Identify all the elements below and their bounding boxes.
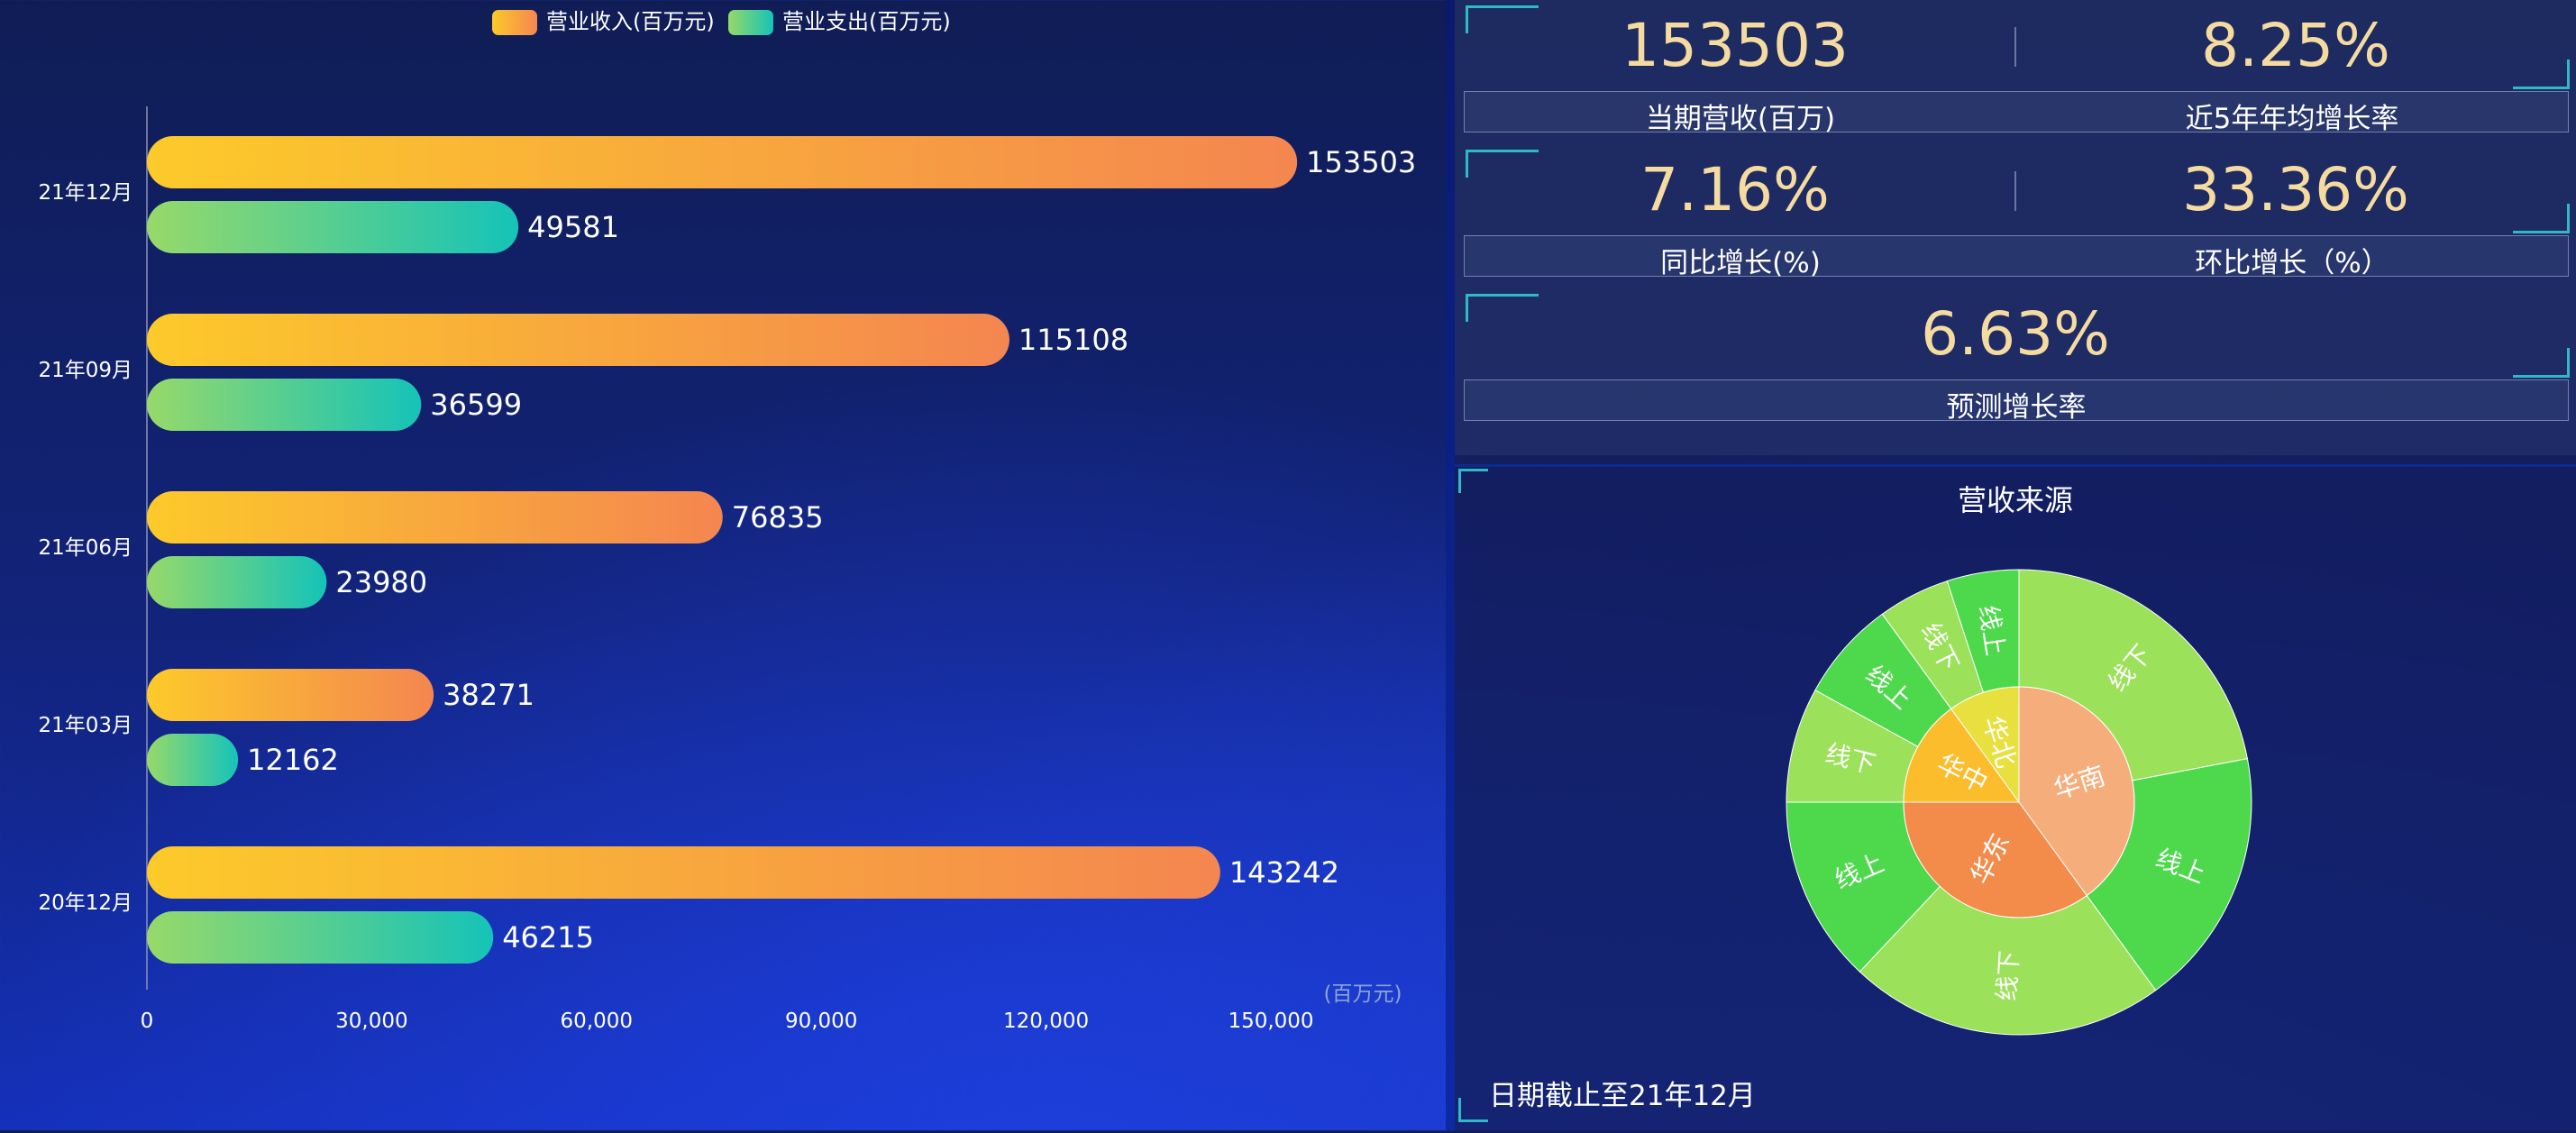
bar-value-label: 12162: [247, 743, 339, 777]
x-tick-label: 90,000: [785, 1010, 857, 1033]
yoy-growth-value: 7.16%: [1640, 155, 1830, 224]
stat-label-row-2: 同比增长(%) 环比增长（%）: [1464, 235, 2569, 279]
yoy-growth-label: 同比增长(%): [1660, 247, 1821, 279]
corner-bracket: [1466, 294, 1539, 322]
bar-value-label: 76835: [732, 500, 824, 535]
avg-growth-label: 近5年年均增长率: [2185, 103, 2399, 135]
category-label: 21年09月: [38, 359, 132, 382]
current-revenue-value: 153503: [1621, 11, 1849, 80]
bar-value-label: 115108: [1019, 323, 1128, 357]
expense-bar: [147, 734, 239, 786]
x-tick-label: 30,000: [335, 1010, 407, 1033]
category-label: 21年12月: [38, 181, 132, 205]
avg-growth-value: 8.25%: [2201, 11, 2390, 80]
income-bar: [147, 491, 723, 544]
expense-bar: [147, 379, 422, 431]
x-tick-label: 150,000: [1228, 1010, 1313, 1033]
income-bar: [147, 136, 1298, 188]
bar-value-label: 46215: [502, 920, 594, 955]
date-note: 日期截止至21年12月: [1489, 1080, 1756, 1112]
bar-value-label: 23980: [335, 565, 427, 599]
category-label: 20年12月: [38, 891, 132, 915]
bar-value-label: 153503: [1306, 145, 1416, 179]
corner-bracket: [1466, 5, 1539, 33]
category-label: 21年03月: [38, 714, 132, 737]
bar-value-label: 36599: [430, 388, 522, 422]
stat-label-row-3: 预测增长率: [1464, 379, 2569, 424]
forecast-growth-value: 6.63%: [1921, 299, 2110, 369]
revenue-expense-chart-panel: 营业收入(百万元) 营业支出(百万元) 153503 49581 21年12月 115…: [0, 0, 1442, 1130]
category-label: 21年06月: [38, 536, 132, 560]
bar-value-label: 49581: [527, 210, 619, 244]
right-panel: 153503 8.25% 当期营收(百万) 近5年年均增长率 7.16% 33.…: [1455, 0, 2576, 1133]
income-bar: [147, 846, 1220, 899]
stat-separator: [2014, 171, 2016, 211]
stat-separator: [2014, 27, 2016, 67]
sunburst-chart: 线下线上线下线上线下线上线下 线上华南华东华中华北: [1786, 569, 2252, 1036]
bar-chart: 153503 49581 21年12月 115108 36599 21年09月 76835 2…: [38, 106, 1416, 1033]
expense-bar: [147, 201, 519, 253]
outer-slice-label: 线下: [1992, 950, 2024, 1002]
stat-label-row-1: 当期营收(百万) 近5年年均增长率: [1464, 91, 2569, 135]
unit-label: (百万元): [1324, 982, 1402, 1006]
x-tick-label: 120,000: [1003, 1010, 1089, 1033]
panel-divider: [1446, 0, 1455, 1130]
income-bar: [147, 669, 434, 721]
mom-growth-value: 33.36%: [2182, 155, 2409, 224]
expense-bar: [147, 556, 327, 608]
corner-bracket: [2513, 59, 2570, 89]
corner-bracket: [2513, 204, 2570, 233]
bar-value-label: 143242: [1229, 855, 1339, 890]
corner-bracket: [1466, 150, 1539, 178]
forecast-growth-label: 预测增长率: [1946, 391, 2087, 424]
mom-growth-label: 环比增长（%）: [2195, 247, 2389, 279]
expense-bar: [147, 911, 494, 964]
stats-panel: 153503 8.25% 当期营收(百万) 近5年年均增长率 7.16% 33.…: [1455, 0, 2576, 455]
income-bar: [147, 314, 1009, 366]
x-tick-label: 60,000: [561, 1010, 633, 1033]
current-revenue-label: 当期营收(百万): [1645, 103, 1836, 135]
x-tick-label: 0: [141, 1010, 154, 1033]
bar-value-label: 38271: [443, 678, 534, 712]
corner-bracket: [2513, 348, 2570, 378]
